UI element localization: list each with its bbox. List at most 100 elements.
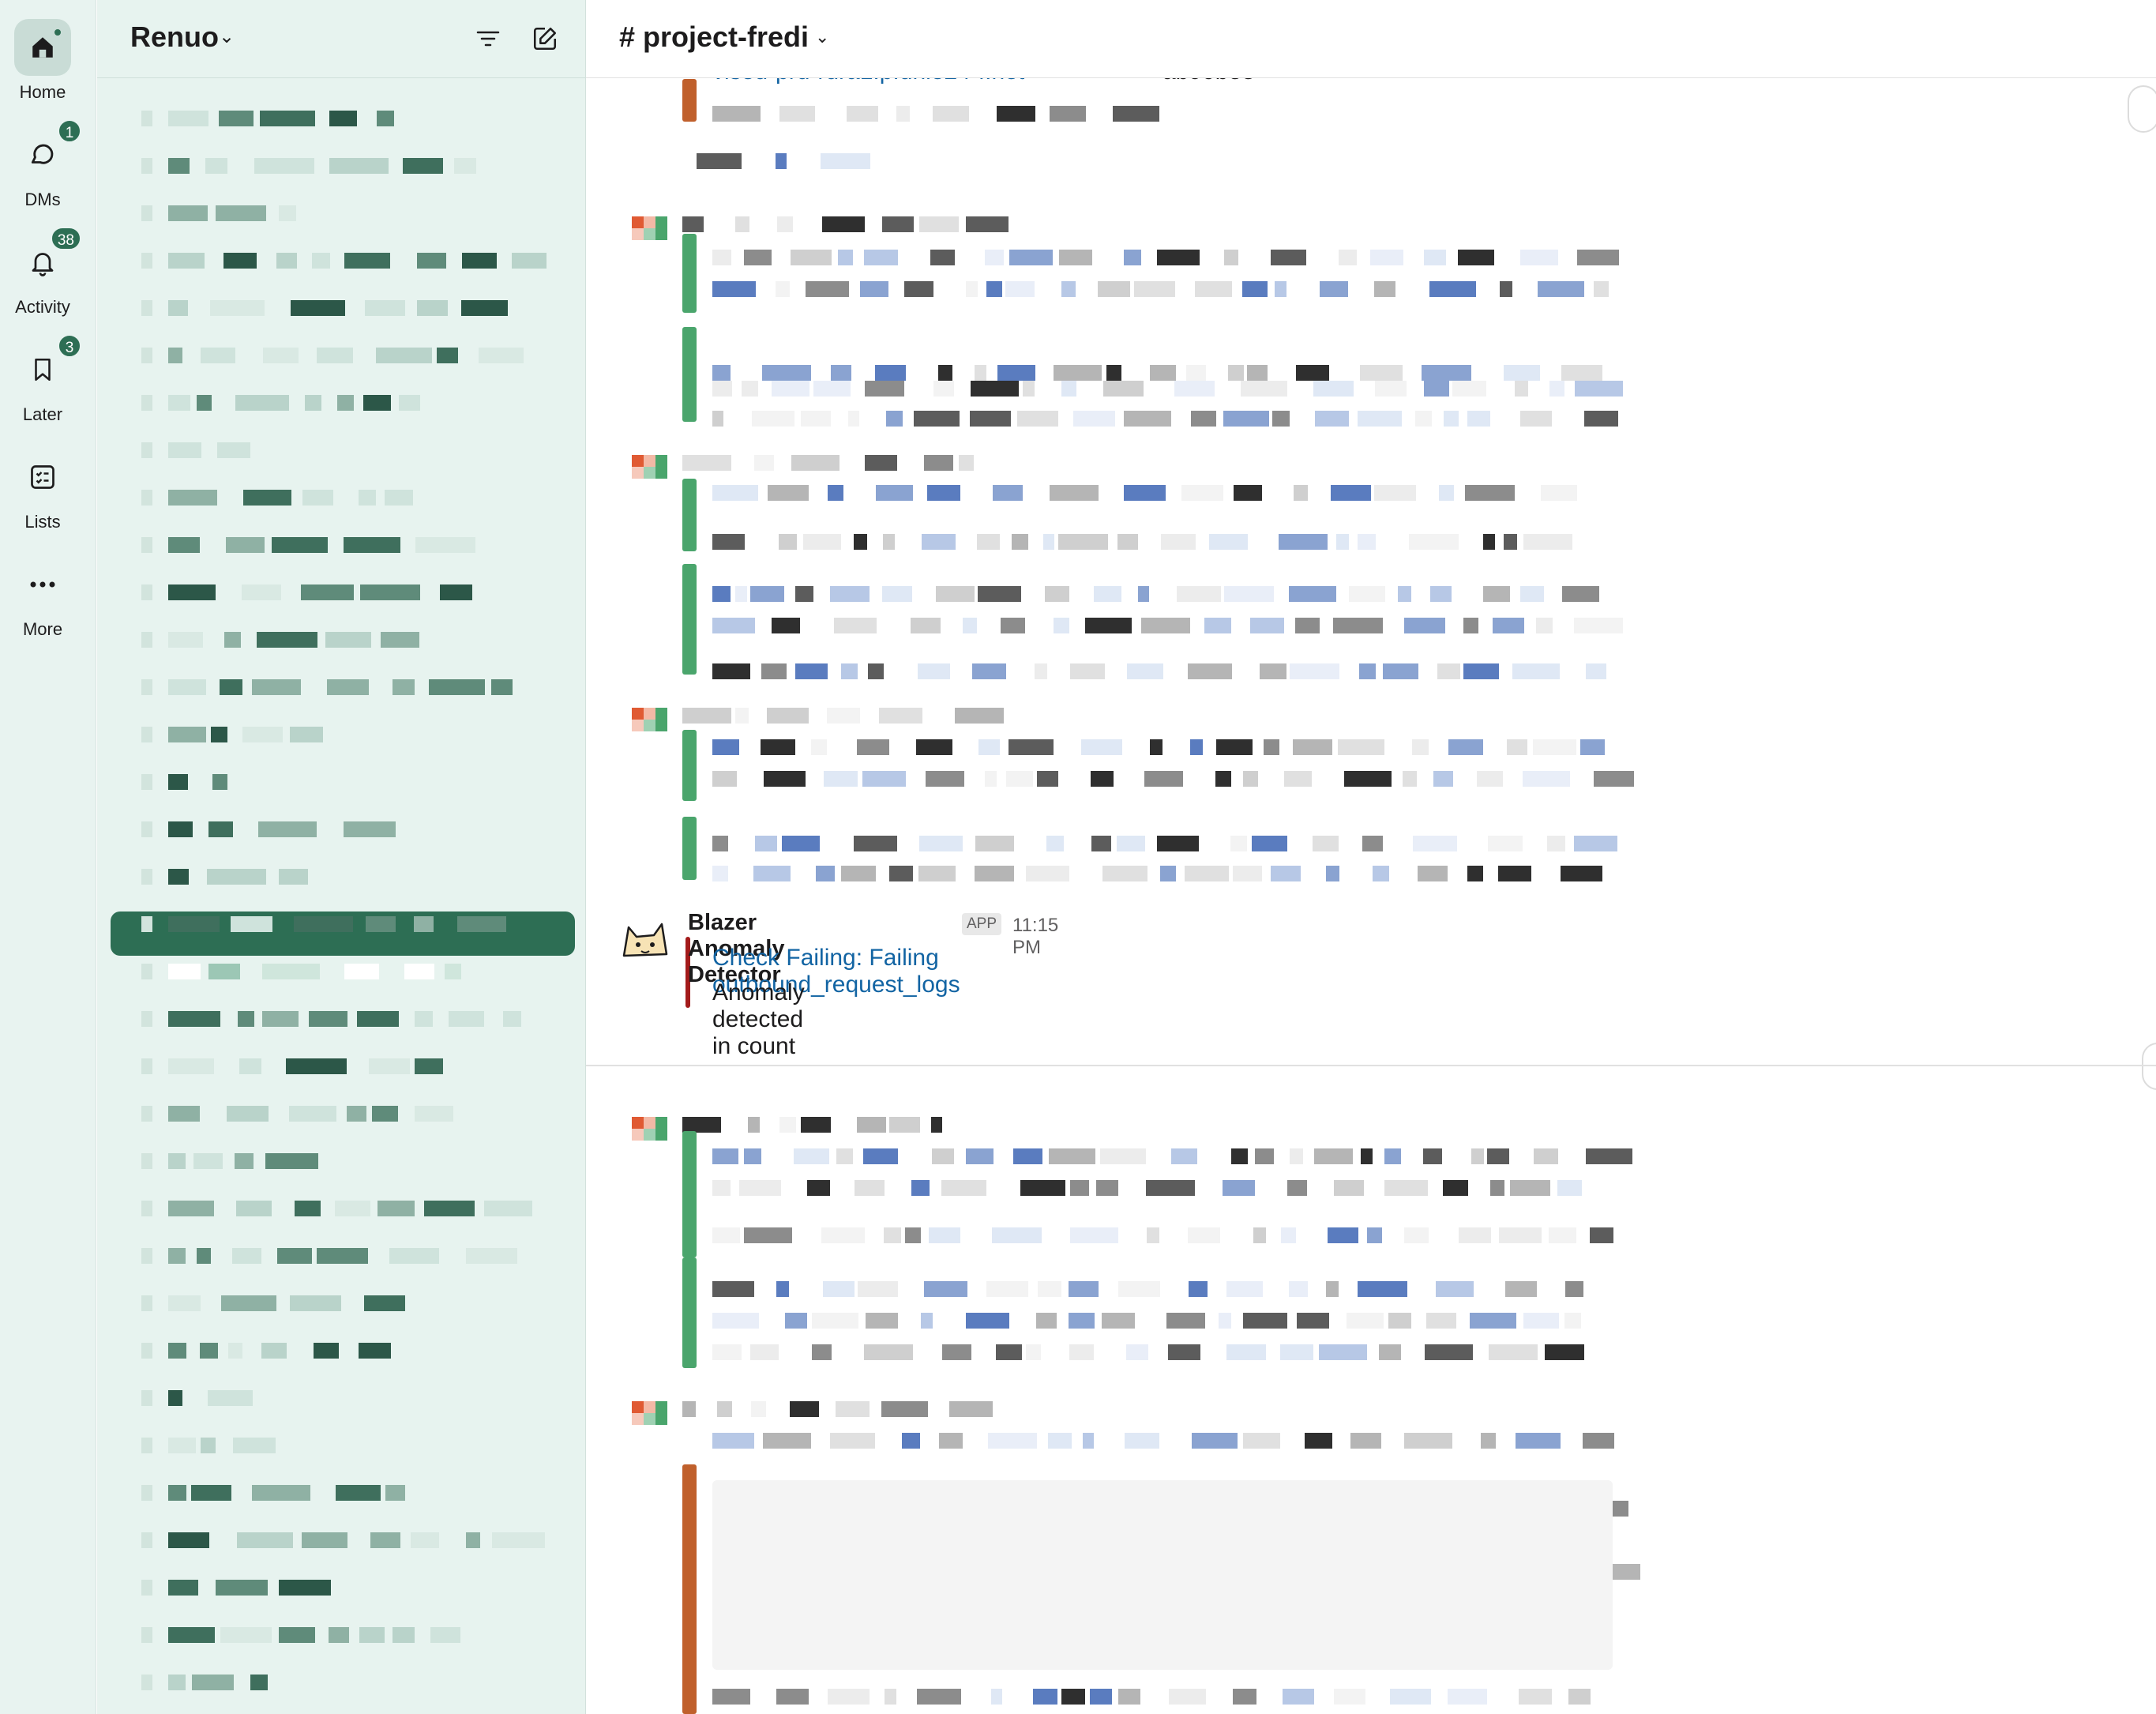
redacted-text — [437, 348, 458, 363]
sidebar-item-channel[interactable] — [137, 1430, 563, 1461]
sidebar-item-channel[interactable] — [137, 1335, 563, 1366]
sidebar-item-channel[interactable] — [137, 1240, 563, 1272]
rail-later[interactable]: 3 Later — [0, 333, 85, 425]
sidebar-item-channel[interactable] — [137, 671, 563, 703]
sidebar-item-channel[interactable] — [137, 387, 563, 419]
sidebar-item-channel[interactable] — [137, 1193, 563, 1224]
sidebar-item-channel[interactable] — [137, 956, 563, 987]
redacted-text — [1271, 250, 1306, 265]
sidebar-item-channel[interactable] — [137, 1098, 563, 1130]
sidebar-item-channel[interactable] — [137, 1524, 563, 1556]
hash-icon — [141, 300, 152, 316]
redacted-text — [216, 1580, 268, 1596]
redacted-text — [1054, 365, 1102, 381]
filter-icon[interactable] — [470, 21, 506, 57]
sidebar-item-channel[interactable] — [137, 1572, 563, 1603]
redacted-text — [1429, 281, 1476, 297]
compose-icon[interactable] — [527, 21, 563, 57]
redacted-text — [1050, 485, 1099, 501]
user-avatar-icon[interactable] — [632, 708, 668, 744]
user-avatar-icon[interactable] — [632, 1117, 668, 1153]
message-time[interactable]: 11:15 PM — [1012, 915, 1058, 959]
sidebar-item-channel[interactable] — [137, 766, 563, 798]
chevron-down-icon[interactable]: ⌄ — [815, 27, 829, 47]
redacted-text — [1488, 836, 1523, 851]
redacted-text — [712, 365, 731, 381]
redacted-text — [1437, 663, 1460, 679]
sidebar-item-channel[interactable] — [137, 814, 563, 845]
bot-avatar-icon[interactable] — [618, 915, 673, 962]
redacted-text — [168, 1675, 186, 1690]
redacted-text — [1126, 1344, 1148, 1360]
redacted-text — [1295, 618, 1320, 633]
redacted-text — [260, 111, 315, 126]
sidebar-item-channel[interactable] — [137, 150, 563, 182]
rail-activity-label: Activity — [15, 297, 70, 317]
redacted-text — [1124, 411, 1171, 427]
sidebar-item-channel[interactable] — [137, 1051, 563, 1082]
sidebar-item-channel[interactable] — [137, 103, 563, 134]
rail-activity[interactable]: 38 Activity — [0, 226, 85, 318]
redacted-text — [1367, 1227, 1382, 1243]
rail-more[interactable]: More — [0, 556, 85, 640]
sidebar-item-channel[interactable] — [137, 434, 563, 466]
user-avatar-icon[interactable] — [632, 1401, 668, 1438]
redacted-text — [1020, 1180, 1065, 1196]
sidebar-item-channel[interactable] — [137, 1667, 563, 1698]
sidebar-item-channel[interactable] — [137, 197, 563, 229]
chevron-down-icon[interactable]: ⌄ — [219, 25, 235, 48]
sidebar-item-channel[interactable] — [137, 1287, 563, 1319]
redacted-text — [279, 1627, 315, 1643]
sidebar-item-channel[interactable] — [137, 908, 563, 940]
sidebar-item-channel[interactable] — [137, 1003, 563, 1035]
sidebar-item-channel[interactable] — [137, 624, 563, 656]
workspace-name[interactable]: Renuo — [130, 21, 219, 54]
user-avatar-icon[interactable] — [632, 216, 668, 253]
redacted-text — [233, 1438, 276, 1453]
redacted-text — [926, 771, 964, 787]
sidebar-item-channel[interactable] — [137, 482, 563, 513]
sidebar-item-channel[interactable] — [137, 719, 563, 750]
sidebar-item-channel[interactable] — [137, 340, 563, 371]
sidebar-item-channel[interactable] — [137, 529, 563, 561]
hash-icon — [141, 1106, 152, 1122]
scroll-handle[interactable] — [2142, 1043, 2156, 1090]
redacted-text — [911, 618, 941, 633]
rail-lists[interactable]: Lists — [0, 449, 85, 532]
redacted-text — [1134, 281, 1175, 297]
rail-home[interactable]: Home — [0, 19, 85, 103]
channel-title[interactable]: # project-fredi — [619, 21, 809, 54]
redacted-text — [168, 1438, 196, 1453]
sidebar-item-channel[interactable] — [137, 1477, 563, 1509]
scroll-handle[interactable] — [2128, 85, 2156, 133]
redacted-text — [763, 1433, 811, 1449]
sidebar-item-channel[interactable] — [137, 577, 563, 608]
redacted-text — [219, 111, 254, 126]
code-block — [712, 1480, 1613, 1670]
redacted-text — [385, 1485, 405, 1501]
rail-dms[interactable]: 1 DMs — [0, 118, 85, 210]
sidebar-item-channel[interactable] — [137, 861, 563, 893]
redacted-text — [970, 411, 1011, 427]
redacted-text — [242, 584, 281, 600]
redacted-text — [1091, 836, 1111, 851]
sidebar-item-channel[interactable] — [137, 1619, 563, 1651]
redacted-text — [1281, 1227, 1296, 1243]
redacted-text — [1216, 739, 1253, 755]
redacted-text — [712, 1433, 754, 1449]
redacted-text — [712, 1313, 759, 1329]
sidebar-item-channel[interactable] — [137, 292, 563, 324]
redacted-text — [712, 381, 732, 397]
sidebar-item-channel[interactable] — [137, 1145, 563, 1177]
redacted-text — [1594, 281, 1609, 297]
redacted-text — [924, 1281, 967, 1297]
slack-app: Home 1 DMs 38 Activity 3 Later Lists Mor… — [0, 0, 2156, 1714]
redacted-text — [1243, 771, 1258, 787]
sidebar-item-channel[interactable] — [137, 245, 563, 276]
redacted-text — [963, 618, 977, 633]
user-avatar-icon[interactable] — [632, 455, 668, 491]
redacted-text — [1289, 1281, 1308, 1297]
sidebar-item-channel[interactable] — [137, 1382, 563, 1414]
hash-icon — [141, 1058, 152, 1074]
redacted-text — [192, 1675, 234, 1690]
